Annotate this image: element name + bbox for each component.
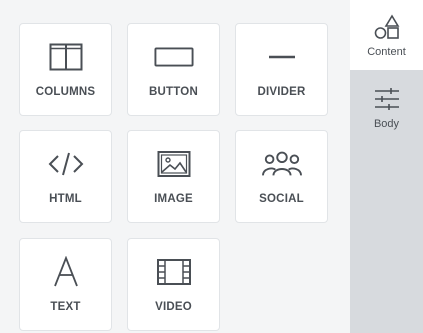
people-icon <box>261 149 302 179</box>
sliders-icon <box>372 86 402 112</box>
tool-label: BUTTON <box>149 86 198 98</box>
image-icon <box>154 149 194 179</box>
tab-label: Body <box>373 118 400 130</box>
tool-label: SOCIAL <box>259 193 304 205</box>
tool-label: VIDEO <box>155 301 192 313</box>
tool-html[interactable]: HTML <box>19 130 112 223</box>
tool-label: TEXT <box>50 301 81 313</box>
divider-icon <box>262 42 302 72</box>
tool-video[interactable]: VIDEO <box>127 238 220 331</box>
tab-content[interactable]: Content <box>350 0 423 70</box>
tool-label: COLUMNS <box>35 86 96 98</box>
tool-image[interactable]: IMAGE <box>127 130 220 223</box>
tool-label: DIVIDER <box>257 86 306 98</box>
letter-a-icon <box>46 256 86 287</box>
tool-label: IMAGE <box>154 193 193 205</box>
tool-social[interactable]: SOCIAL <box>235 130 328 223</box>
button-icon <box>153 42 194 72</box>
sidebar-tabs: Content Body <box>350 0 423 333</box>
tab-body[interactable]: Body <box>350 72 423 142</box>
tab-label: Content <box>367 46 406 58</box>
tool-divider[interactable]: DIVIDER <box>235 23 328 116</box>
tool-button[interactable]: BUTTON <box>127 23 220 116</box>
editor-panel: COLUMNS BUTTON DIVIDER HTML IMAGE SOCIAL… <box>0 0 423 333</box>
shapes-icon <box>372 14 402 40</box>
content-tools-grid: COLUMNS BUTTON DIVIDER HTML IMAGE SOCIAL… <box>0 0 350 333</box>
code-icon <box>46 149 86 179</box>
tool-columns[interactable]: COLUMNS <box>19 23 112 116</box>
columns-icon <box>46 42 86 72</box>
film-icon <box>154 257 194 287</box>
tool-label: HTML <box>49 193 82 205</box>
tool-text[interactable]: TEXT <box>19 238 112 331</box>
